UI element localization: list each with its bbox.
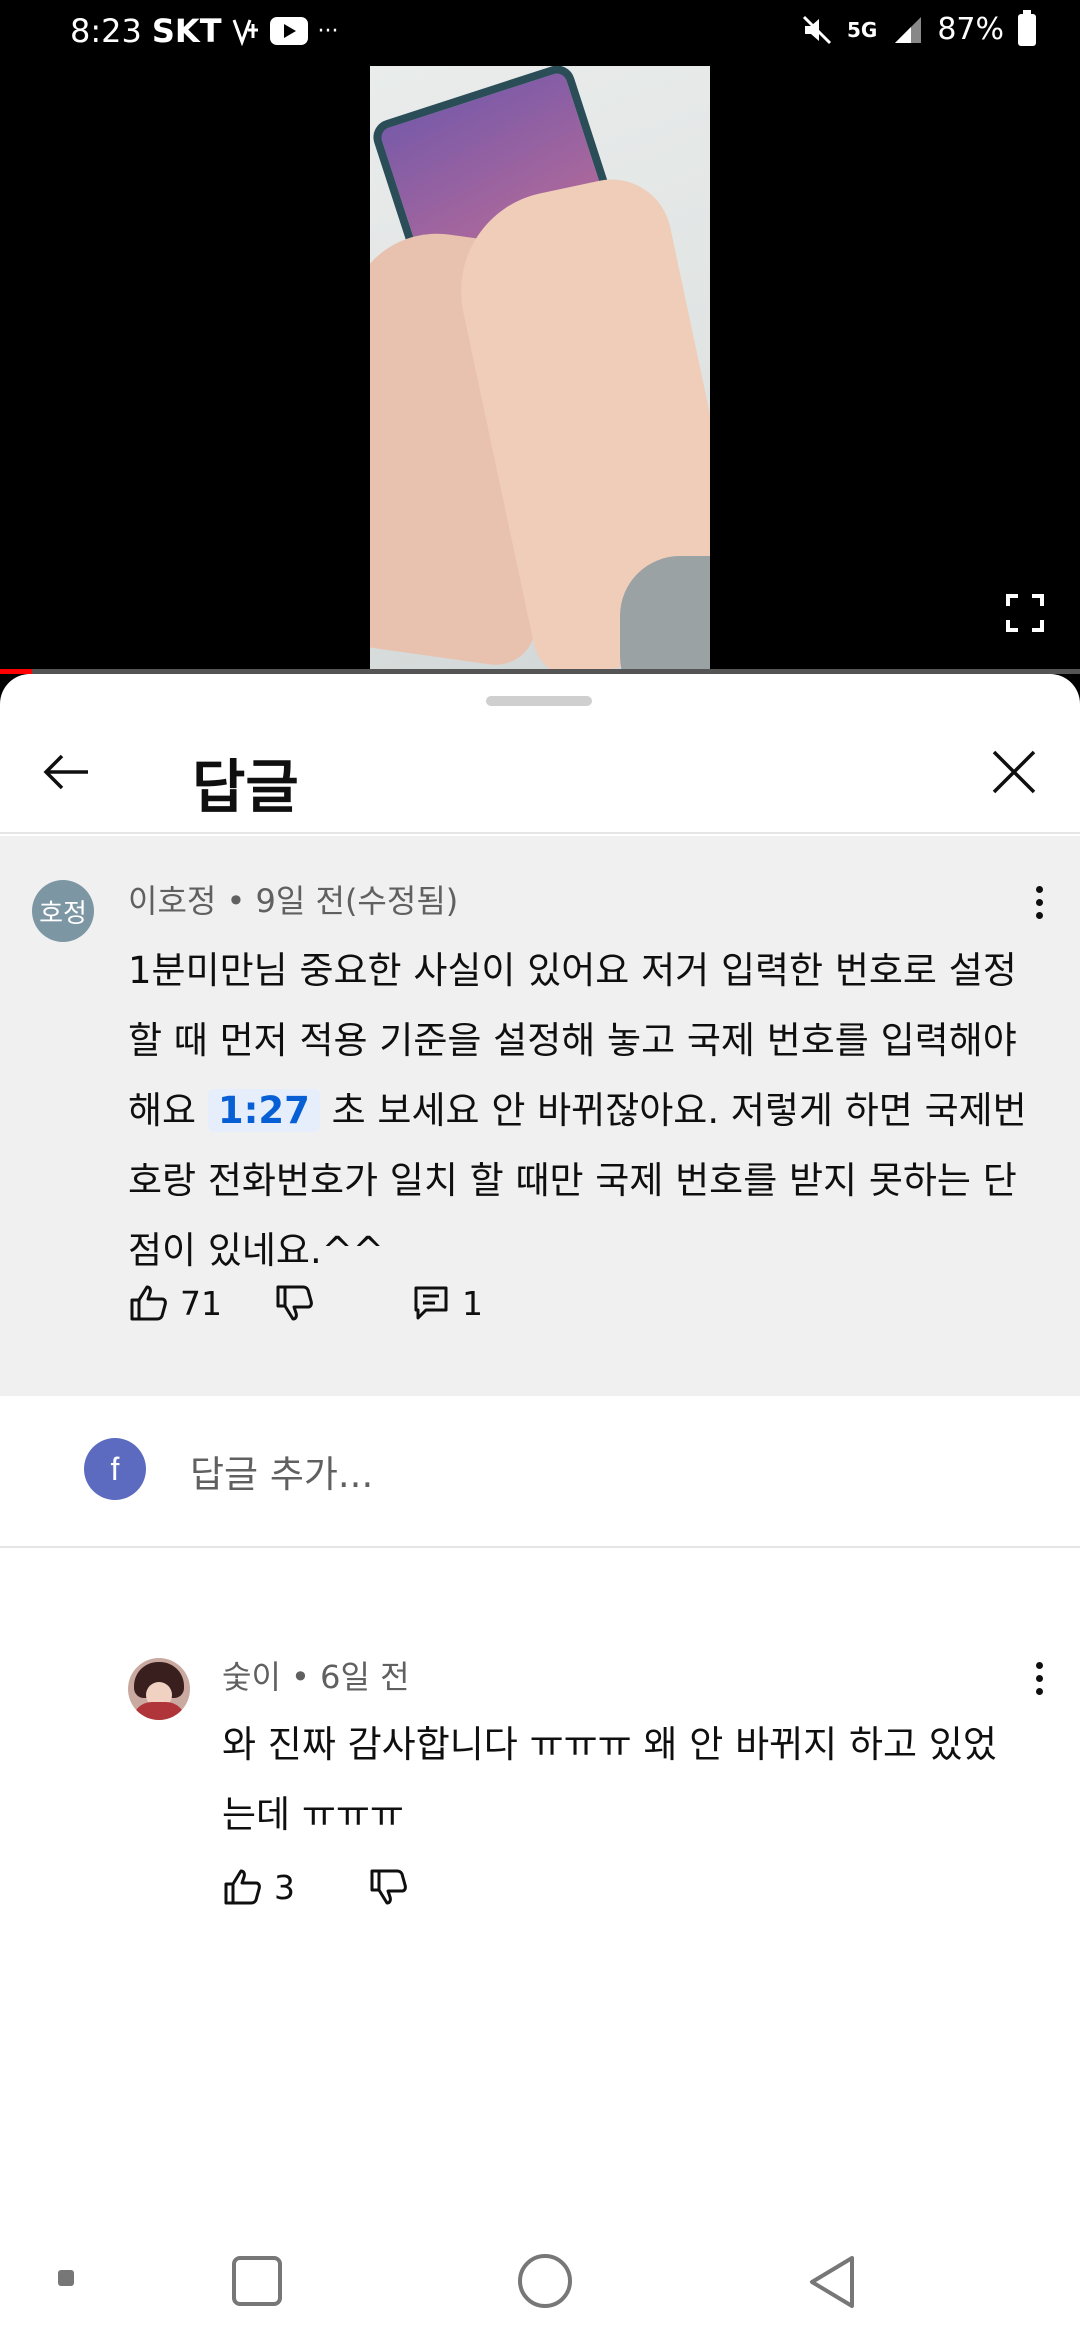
sheet-header: 답글: [0, 714, 1080, 834]
avatar[interactable]: [128, 1658, 190, 1720]
more-notifications-icon: ···: [317, 18, 339, 44]
reply-text: 와 진짜 감사합니다 ㅠㅠㅠ 왜 안 바뀌지 하고 있었는데 ㅠㅠㅠ: [222, 1723, 997, 1836]
mute-icon: [802, 15, 832, 44]
reply-input[interactable]: 답글 추가...: [190, 1444, 373, 1498]
nav-dot-icon[interactable]: [58, 2270, 74, 2286]
dislike-button[interactable]: [274, 1282, 410, 1324]
reply-author-meta: 숯이 • 6일 전: [222, 1658, 410, 1696]
thumbs-down-icon: [370, 1869, 407, 1905]
user-avatar: f: [84, 1438, 146, 1500]
comment-actions: 71 1: [128, 1282, 483, 1324]
signal-icon: [895, 16, 922, 43]
status-time: 8:23: [70, 12, 142, 50]
close-icon[interactable]: [984, 742, 1044, 802]
status-carrier: SKT: [151, 12, 222, 50]
status-bar: 8:23 SKT ··· 5G 87%: [0, 0, 1080, 66]
parent-comment: 호정 이호정 • 9일 전(수정됨) 1분미만님 중요한 사실이 있어요 저거 …: [0, 836, 1080, 1396]
video-frame: [370, 66, 710, 672]
add-reply-row[interactable]: f 답글 추가...: [0, 1396, 1080, 1548]
like-count: 3: [274, 1867, 295, 1907]
more-options-icon[interactable]: [1024, 872, 1054, 932]
volte-icon: [232, 19, 258, 46]
fullscreen-icon[interactable]: [1006, 594, 1044, 632]
back-arrow-icon[interactable]: [36, 742, 96, 802]
like-button[interactable]: 71: [128, 1282, 274, 1324]
youtube-notification-icon: [269, 17, 308, 45]
avatar[interactable]: 호정: [32, 880, 94, 942]
network-type-label: 5G: [846, 17, 878, 42]
drag-handle[interactable]: [486, 696, 592, 706]
reply-comment: 숯이 • 6일 전 와 진짜 감사합니다 ㅠㅠㅠ 왜 안 바뀌지 하고 있었는데…: [0, 1564, 1080, 1907]
recents-icon[interactable]: [232, 2256, 282, 2306]
sheet-title: 답글: [192, 753, 299, 821]
reply-count: 1: [462, 1283, 483, 1323]
replies-sheet: 답글 호정 이호정 • 9일 전(수정됨) 1분미만님 중요한 사실이 있어요 …: [0, 674, 1080, 2340]
video-player[interactable]: [0, 66, 1080, 672]
battery-icon: [1018, 9, 1036, 46]
dislike-button[interactable]: [368, 1866, 410, 1908]
back-triangle-icon[interactable]: [806, 2254, 858, 2310]
like-count: 71: [180, 1283, 222, 1323]
battery-percent: 87%: [937, 12, 1004, 47]
thumbs-up-icon: [224, 1869, 261, 1905]
more-options-icon[interactable]: [1024, 1648, 1054, 1708]
comment-text: 1분미만님 중요한 사실이 있어요 저거 입력한 번호로 설정할 때 먼저 적용…: [128, 936, 1028, 1286]
system-nav-bar: [0, 2220, 1080, 2340]
thumbs-down-icon: [276, 1285, 313, 1321]
timestamp-link[interactable]: 1:27: [207, 1089, 320, 1132]
reply-actions: 3: [222, 1866, 410, 1908]
home-icon[interactable]: [518, 2254, 572, 2308]
reply-button[interactable]: 1: [410, 1282, 483, 1324]
comment-author-meta: 이호정 • 9일 전(수정됨): [128, 882, 459, 920]
reply-comment-icon: [414, 1286, 448, 1320]
thumbs-up-icon: [130, 1285, 167, 1321]
like-button[interactable]: 3: [222, 1866, 368, 1908]
